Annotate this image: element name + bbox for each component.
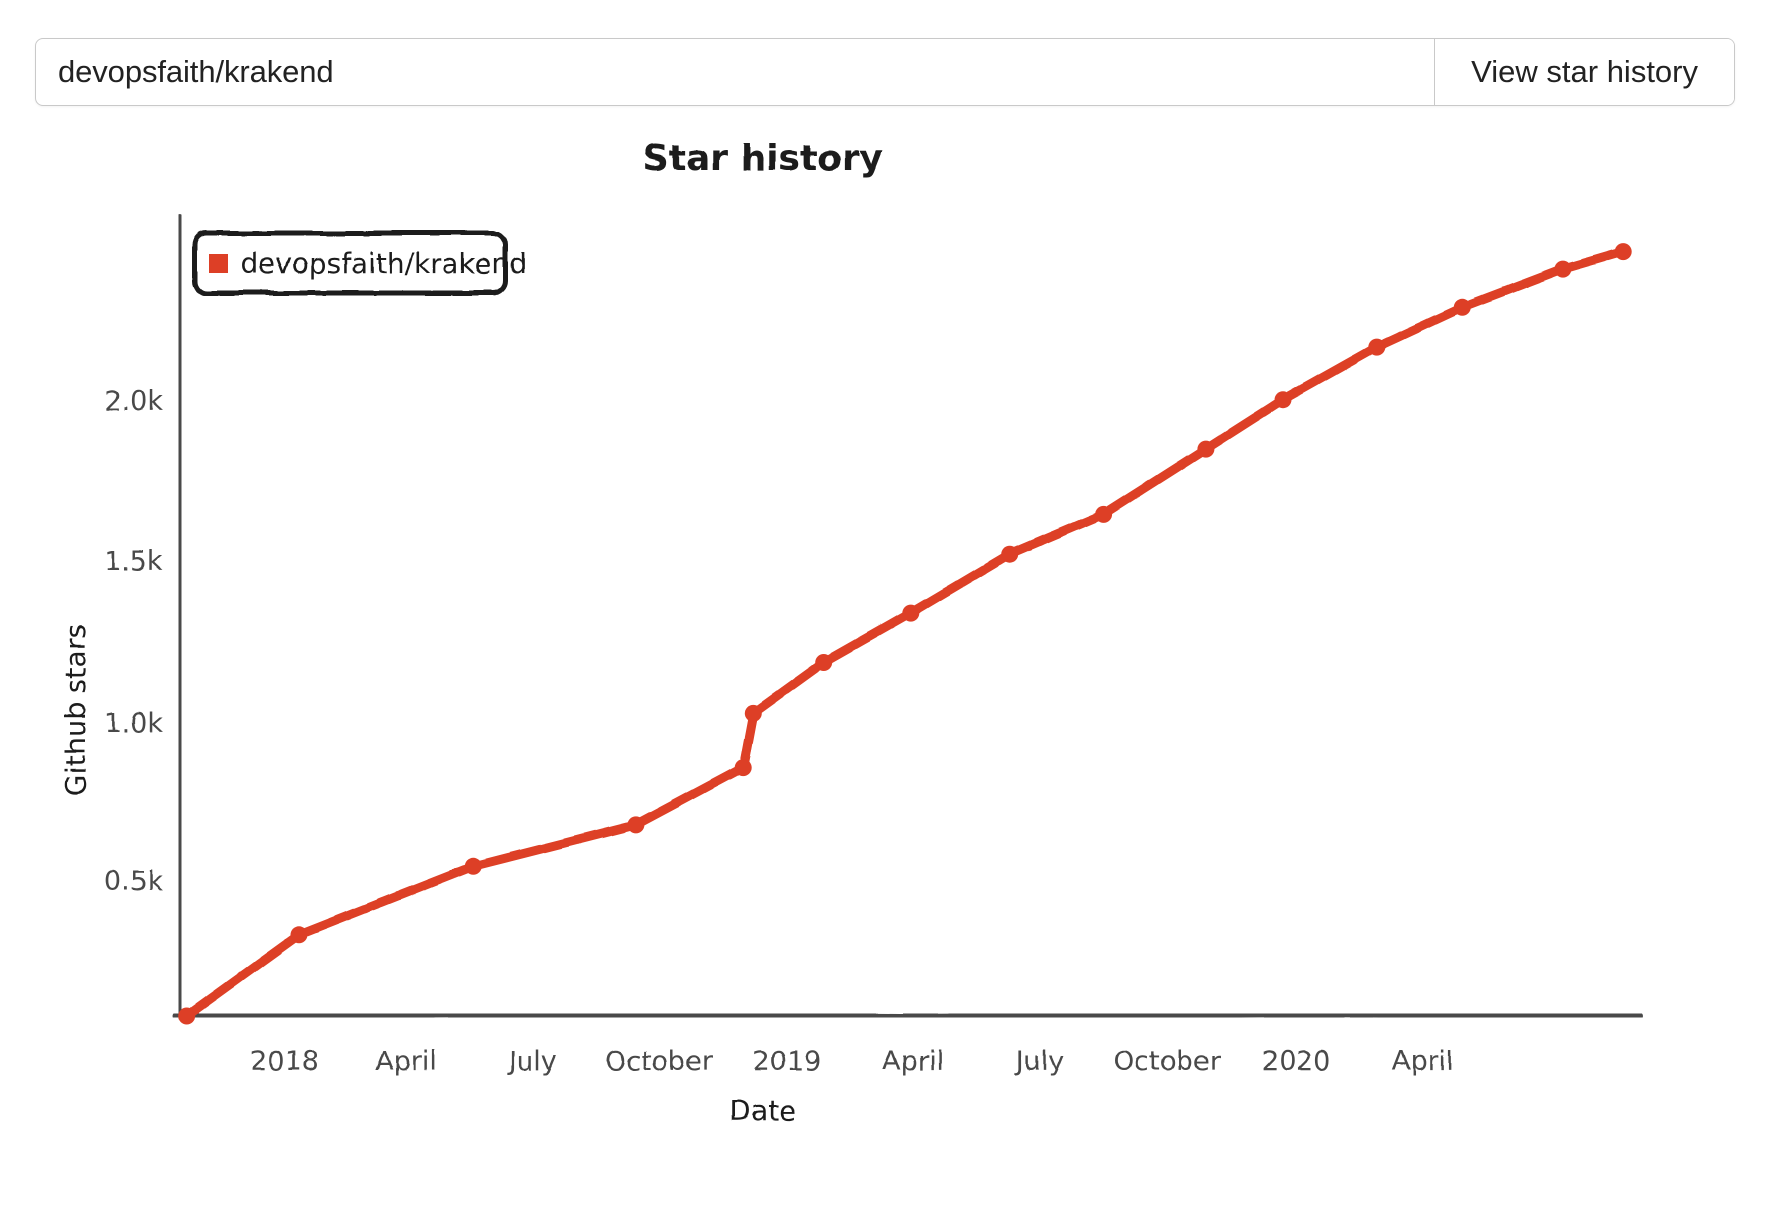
x-tick-label: 2020: [1262, 1046, 1331, 1077]
x-tick-label: October: [1113, 1046, 1222, 1077]
y-tick-label: 1.0k: [104, 708, 163, 739]
x-axis-line: [172, 1010, 1644, 1021]
y-tick-labels: 0.5k 1.0k 1.5k 2.0k: [104, 386, 163, 897]
data-point[interactable]: [627, 816, 645, 834]
data-point[interactable]: [734, 759, 752, 777]
data-point[interactable]: [290, 926, 308, 944]
x-tick-label: 2018: [251, 1046, 320, 1077]
data-point[interactable]: [178, 1007, 196, 1025]
data-point[interactable]: [815, 654, 833, 671]
series-markers: [178, 243, 1632, 1025]
x-tick-label: July: [1014, 1046, 1065, 1077]
chart-legend: devopsfaith/krakend: [192, 230, 527, 296]
data-point[interactable]: [1197, 440, 1215, 458]
series-devopsfaith-krakend: [178, 243, 1632, 1025]
data-point[interactable]: [1274, 391, 1292, 409]
x-tick-label: July: [507, 1046, 558, 1077]
y-axis-line: [175, 214, 185, 1020]
x-tick-label: April: [1392, 1046, 1454, 1077]
legend-label: devopsfaith/krakend: [240, 247, 527, 280]
x-tick-label: 2019: [753, 1046, 822, 1077]
view-star-history-button[interactable]: View star history: [1435, 39, 1734, 105]
data-point[interactable]: [744, 704, 762, 722]
y-tick-label: 0.5k: [104, 866, 163, 897]
repo-search-bar: View star history: [35, 38, 1735, 106]
chart-svg: Star history 0.5k 1.0k 1.5k 2.0k 2018 Ap…: [59, 138, 1644, 1127]
y-tick-label: 1.5k: [104, 546, 163, 577]
x-tick-label: October: [605, 1046, 714, 1077]
x-tick-label: April: [375, 1046, 437, 1077]
repo-search-input[interactable]: [36, 39, 1435, 105]
star-history-chart: Star history 0.5k 1.0k 1.5k 2.0k 2018 Ap…: [0, 110, 1772, 1228]
y-axis-title: Github stars: [59, 624, 92, 795]
x-tick-labels: 2018 April July October 2019 April July …: [251, 1046, 1454, 1077]
data-point[interactable]: [1095, 505, 1113, 523]
x-axis-title: Date: [730, 1094, 797, 1127]
data-point[interactable]: [1368, 338, 1386, 356]
data-point[interactable]: [1554, 260, 1572, 278]
data-point[interactable]: [1453, 298, 1471, 316]
data-point[interactable]: [1614, 243, 1632, 261]
x-tick-label: April: [882, 1046, 944, 1077]
data-point[interactable]: [902, 604, 920, 622]
data-point[interactable]: [1001, 545, 1019, 563]
data-point[interactable]: [464, 857, 482, 875]
series-line: [182, 247, 1628, 1021]
legend-color-swatch: [209, 254, 228, 273]
y-tick-label: 2.0k: [104, 386, 163, 417]
chart-title: Star history: [643, 138, 883, 179]
